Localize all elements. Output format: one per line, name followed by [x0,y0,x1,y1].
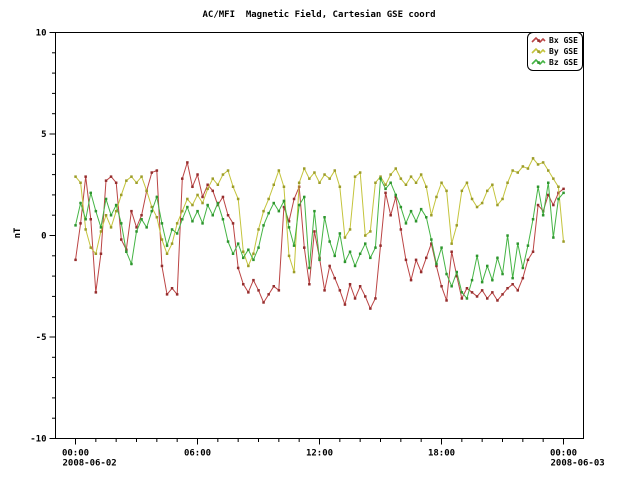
by-line-sample-icon [531,47,546,56]
y-tick-label: 10 [36,29,47,39]
axis-box [56,33,584,439]
y-tick-label: -5 [36,333,47,343]
bz-line-sample-icon [531,58,546,67]
y-tick-label: -10 [30,435,46,445]
bx-line-sample-icon [531,36,546,45]
legend-label-bz: Bz GSE [549,57,578,68]
plot-area: 1050-5-1000:002008-06-0206:0012:0018:000… [0,0,640,480]
x-axis-ticks: 00:002008-06-0206:0012:0018:0000:002008-… [62,439,605,469]
legend: Bx GSE By GSE Bz GSE [527,32,583,71]
x-tick-label: 12:00 [306,449,333,459]
x-tick-date-label: 2008-06-02 [63,459,117,469]
chart-canvas: AC/MFI Magnetic Field, Cartesian GSE coo… [0,0,640,480]
x-tick-label: 00:00 [550,449,577,459]
x-tick-label: 18:00 [428,449,455,459]
x-tick-date-label: 2008-06-03 [551,459,605,469]
y-tick-label: 0 [41,232,46,242]
x-tick-label: 06:00 [184,449,211,459]
legend-label-by: By GSE [549,46,578,57]
y-axis-ticks: 10 5 0 -5 -10 [30,29,55,445]
legend-item-bz: Bz GSE [531,57,578,68]
x-tick-label: 00:00 [62,449,89,459]
legend-item-by: By GSE [531,46,578,57]
y-tick-label: 5 [41,130,46,140]
legend-item-bx: Bx GSE [531,35,578,46]
legend-label-bx: Bx GSE [549,35,578,46]
